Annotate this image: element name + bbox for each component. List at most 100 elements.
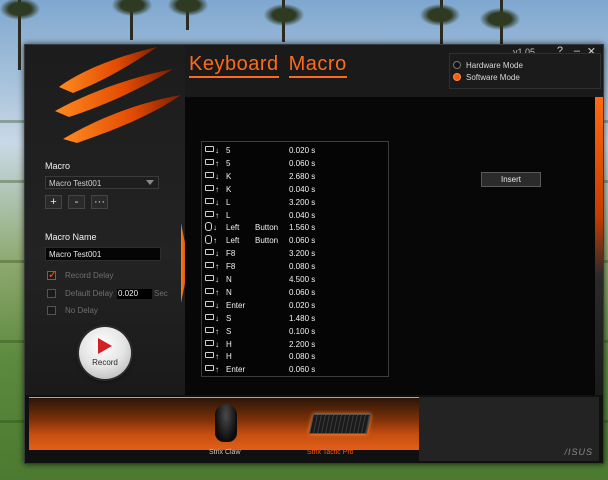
software-mode-radio[interactable]: Software Mode bbox=[453, 73, 520, 82]
page-title: Keyboard Macro bbox=[189, 53, 347, 78]
record-button[interactable]: Record bbox=[79, 327, 131, 379]
radio-selected-icon bbox=[453, 73, 461, 81]
list-item[interactable]: ↓ K 2.680 s bbox=[205, 170, 385, 183]
keyboard-icon: ↓ bbox=[205, 312, 223, 325]
list-item[interactable]: ↑ 5 0.060 s bbox=[205, 157, 385, 170]
palm-crown bbox=[112, 0, 152, 16]
event-delay: 4.500 s bbox=[289, 275, 316, 284]
mouse-icon: ↓ bbox=[205, 221, 223, 234]
arrow-up-icon: ↑ bbox=[215, 287, 219, 297]
arrow-up-icon: ↑ bbox=[215, 262, 219, 272]
left-panel: Macro Macro Test001 + - ··· Macro Name M… bbox=[25, 45, 185, 395]
mode-selector bbox=[449, 53, 601, 89]
arrow-up-icon: ↑ bbox=[215, 352, 219, 362]
device-tray bbox=[29, 397, 419, 450]
event-key: Enter bbox=[226, 365, 246, 375]
event-delay: 2.200 s bbox=[289, 339, 316, 349]
more-options-button[interactable]: ··· bbox=[91, 195, 108, 209]
palm-crown bbox=[264, 4, 304, 26]
right-edge-accent bbox=[595, 97, 603, 395]
default-delay-input[interactable]: 0.020 bbox=[117, 289, 152, 299]
event-button-text: Button bbox=[255, 223, 279, 233]
list-item[interactable]: ↓ S 1.480 s bbox=[205, 312, 385, 325]
add-macro-button[interactable]: + bbox=[45, 195, 62, 209]
event-key: H bbox=[226, 352, 232, 362]
radio-icon bbox=[453, 61, 461, 69]
event-delay: 0.100 s bbox=[289, 326, 316, 336]
event-delay: 2.680 s bbox=[289, 171, 316, 181]
arrow-up-icon: ↑ bbox=[215, 184, 219, 194]
arrow-up-icon: ↑ bbox=[213, 236, 217, 246]
event-key: K bbox=[226, 184, 232, 194]
list-item[interactable]: ↓ L 3.200 s bbox=[205, 196, 385, 209]
remove-macro-button[interactable]: - bbox=[68, 195, 85, 209]
event-delay: 3.200 s bbox=[289, 249, 316, 259]
claw-logo-icon bbox=[55, 47, 181, 143]
keyboard-icon: ↓ bbox=[205, 247, 223, 260]
list-item[interactable]: ↓ N 4.500 s bbox=[205, 273, 385, 286]
insert-button[interactable]: Insert bbox=[481, 172, 541, 187]
event-delay: 0.080 s bbox=[289, 262, 316, 272]
palm-crown bbox=[420, 4, 460, 26]
list-item[interactable]: ↓ H 2.200 s bbox=[205, 338, 385, 351]
device-label-strix-claw[interactable]: Strix Claw bbox=[209, 449, 241, 456]
palm-crown bbox=[0, 0, 40, 20]
list-item[interactable]: ↑ H 0.080 s bbox=[205, 350, 385, 363]
event-key: Enter bbox=[226, 300, 246, 310]
default-delay-unit: Sec bbox=[154, 289, 168, 298]
list-item[interactable]: ↓ Left Button 1.560 s bbox=[205, 221, 385, 234]
list-item[interactable]: ↑ S 0.100 s bbox=[205, 325, 385, 338]
keyboard-icon: ↑ bbox=[205, 325, 223, 338]
arrow-up-icon: ↑ bbox=[215, 210, 219, 220]
macro-name-input[interactable]: Macro Test001 bbox=[45, 247, 161, 261]
macro-select[interactable]: Macro Test001 bbox=[45, 176, 159, 189]
asus-logo: /ISUS bbox=[564, 447, 593, 457]
device-label-strix-tactic-pro[interactable]: Strix Tactic Pro bbox=[307, 449, 354, 456]
palm-crown bbox=[168, 0, 208, 16]
event-key: L bbox=[226, 210, 231, 220]
event-delay: 3.200 s bbox=[289, 197, 316, 207]
macro-select-value: Macro Test001 bbox=[49, 179, 102, 188]
arrow-down-icon: ↓ bbox=[215, 171, 219, 181]
macro-event-list[interactable]: ↓ 5 0.020 s ↑ 5 0.060 s ↓ K 2.680 s ↑ K 0.040 s ↓ L 3.… bbox=[201, 141, 389, 377]
no-delay-checkbox[interactable] bbox=[47, 306, 56, 315]
event-button-text: Button bbox=[255, 236, 279, 246]
keyboard-icon: ↓ bbox=[205, 273, 223, 286]
list-item[interactable]: ↑ F8 0.080 s bbox=[205, 260, 385, 273]
list-item[interactable]: ↑ Enter 0.060 s bbox=[205, 363, 385, 376]
page-title-word2: Macro bbox=[288, 53, 347, 78]
list-item[interactable]: ↓ Enter 0.020 s bbox=[205, 299, 385, 312]
list-item[interactable]: ↑ N 0.060 s bbox=[205, 286, 385, 299]
hardware-mode-radio[interactable]: Hardware Mode bbox=[453, 61, 523, 70]
list-item[interactable]: ↑ L 0.040 s bbox=[205, 209, 385, 222]
event-key: Left bbox=[226, 223, 240, 233]
event-delay: 0.060 s bbox=[289, 287, 316, 297]
arrow-up-icon: ↑ bbox=[215, 365, 219, 375]
list-item[interactable]: ↑ K 0.040 s bbox=[205, 183, 385, 196]
list-item[interactable]: ↑ Left Button 0.060 s bbox=[205, 234, 385, 247]
no-delay-label: No Delay bbox=[65, 306, 98, 315]
event-delay: 0.040 s bbox=[289, 210, 316, 220]
event-key: S bbox=[226, 326, 232, 336]
default-delay-checkbox[interactable] bbox=[47, 289, 56, 298]
keyboard-icon: ↓ bbox=[205, 144, 223, 157]
strix-claw-mouse-image[interactable] bbox=[215, 404, 237, 442]
event-delay: 0.040 s bbox=[289, 184, 316, 194]
record-delay-label: Record Delay bbox=[65, 271, 114, 280]
event-key: K bbox=[226, 171, 232, 181]
keyboard-macro-window: Macro Macro Test001 + - ··· Macro Name M… bbox=[24, 44, 604, 464]
list-item[interactable]: ↓ F8 3.200 s bbox=[205, 247, 385, 260]
event-delay: 0.060 s bbox=[289, 158, 316, 168]
mouse-icon: ↑ bbox=[205, 234, 223, 247]
page-title-word1: Keyboard bbox=[189, 53, 279, 78]
event-key: N bbox=[226, 287, 232, 297]
list-item[interactable]: ↓ 5 0.020 s bbox=[205, 144, 385, 157]
event-delay: 0.020 s bbox=[289, 146, 316, 155]
arrow-down-icon: ↓ bbox=[215, 197, 219, 207]
arrow-down-icon: ↓ bbox=[215, 313, 219, 323]
record-delay-checkbox[interactable] bbox=[47, 268, 57, 281]
strix-tactic-pro-keyboard-image[interactable] bbox=[308, 414, 372, 434]
record-play-icon bbox=[98, 338, 112, 354]
palm-crown bbox=[480, 8, 520, 30]
keyboard-icon: ↓ bbox=[205, 338, 223, 351]
